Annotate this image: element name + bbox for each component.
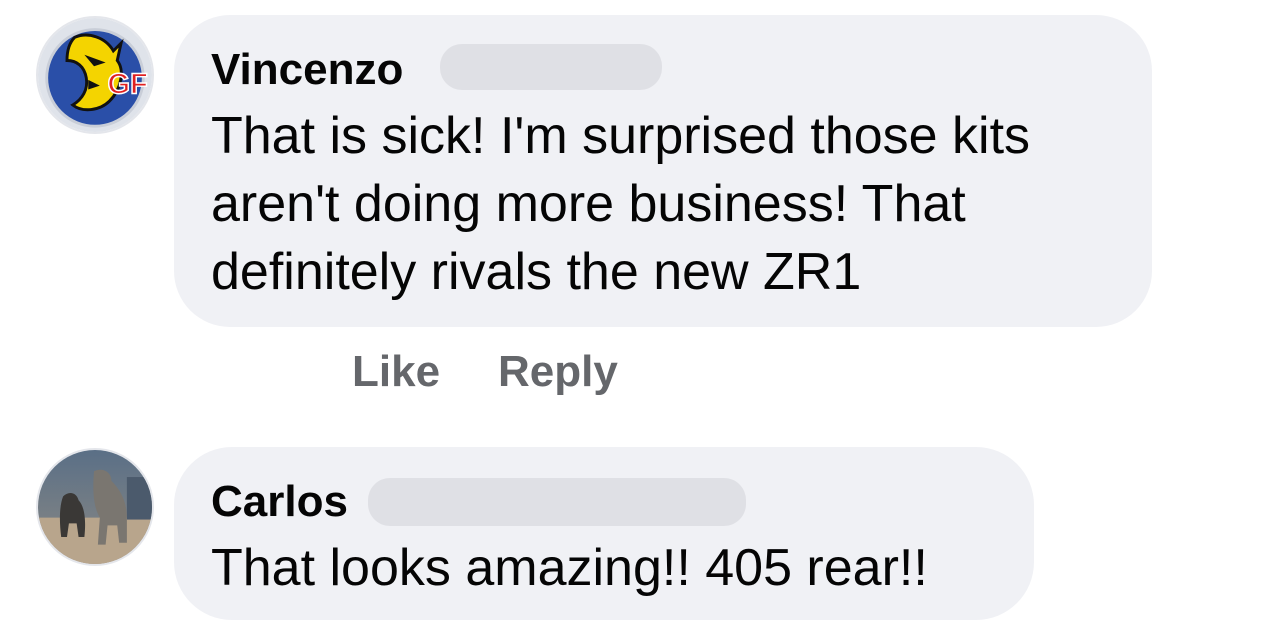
redacted-name bbox=[440, 44, 662, 90]
redacted-name bbox=[368, 478, 746, 526]
avatar[interactable]: GF bbox=[36, 16, 154, 134]
gf-logo-avatar-icon: GF bbox=[38, 18, 152, 132]
comment-text: That is sick! I'm surprised those kits a… bbox=[211, 107, 1031, 301]
reply-button[interactable]: Reply bbox=[498, 346, 618, 398]
comment-author[interactable]: Vincenzo bbox=[211, 44, 403, 96]
comment-author[interactable]: Carlos bbox=[211, 476, 348, 528]
dogs-photo-avatar-icon bbox=[38, 450, 152, 564]
avatar[interactable] bbox=[36, 448, 154, 566]
svg-text:GF: GF bbox=[108, 68, 148, 100]
like-button[interactable]: Like bbox=[352, 346, 440, 398]
comment-text: That looks amazing!! 405 rear!! bbox=[211, 539, 928, 597]
